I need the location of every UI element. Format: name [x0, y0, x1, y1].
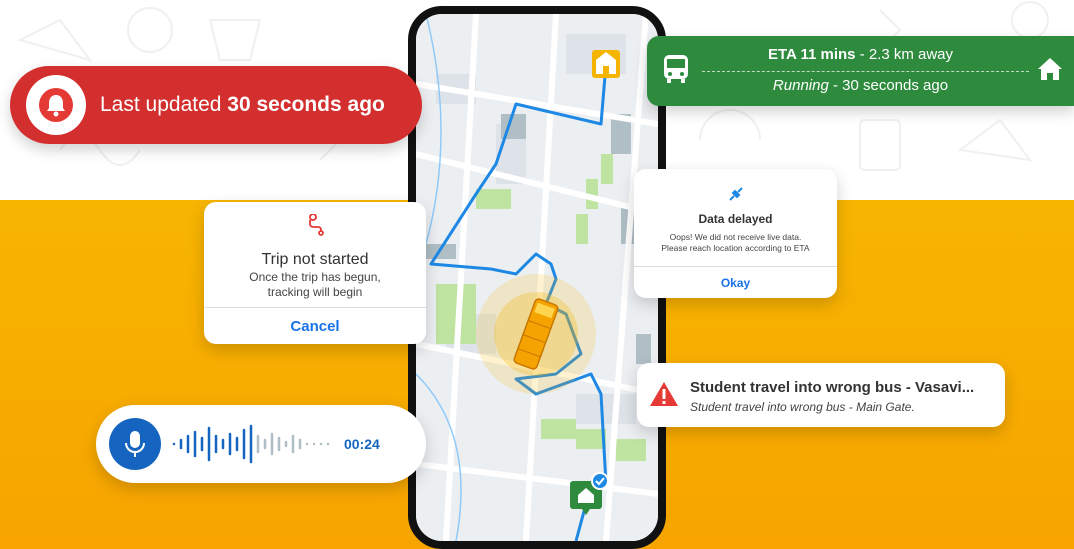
home-icon: [1038, 58, 1062, 80]
eta-divider: [702, 71, 1029, 72]
last-updated-banner: Last updated 30 seconds ago: [10, 66, 422, 144]
wrong-bus-notification[interactable]: Student travel into wrong bus - Vasavi..…: [637, 363, 1005, 427]
notification-title: Student travel into wrong bus - Vasavi..…: [690, 379, 975, 396]
eta-line: ETA 11 mins - 2.3 km away: [767, 46, 954, 63]
cancel-button[interactable]: Cancel: [204, 318, 426, 335]
phone-map-screen[interactable]: [408, 6, 666, 549]
dialog-divider: [204, 307, 426, 308]
map-view[interactable]: [416, 14, 658, 541]
dialog-message: Oops! We did not receive live data. Pleas…: [661, 232, 810, 253]
route-icon: [204, 213, 426, 241]
audio-waveform: [172, 424, 330, 464]
last-updated-text: Last updated 30 seconds ago: [100, 93, 385, 116]
dialog-message: Once the trip has begun, tracking will be…: [249, 270, 381, 299]
voice-note-player[interactable]: 00:24: [96, 405, 426, 483]
eta-status-line: Running - 30 seconds ago: [772, 77, 949, 94]
dialog-title: Trip not started: [261, 251, 369, 268]
dialog-title: Data delayed: [698, 212, 773, 226]
plug-icon: [634, 185, 837, 208]
warning-icon: [650, 382, 678, 406]
eta-banner: ETA 11 mins - 2.3 km away Running - 30 s…: [647, 36, 1074, 106]
notification-subtitle: Student travel into wrong bus - Main Gat…: [690, 400, 915, 414]
okay-button[interactable]: Okay: [634, 276, 837, 290]
school-icon: [592, 50, 620, 78]
dialog-divider: [634, 266, 837, 267]
bell-icon: [26, 75, 86, 135]
trip-not-started-dialog: Trip not started Once the trip has begun…: [204, 202, 426, 344]
data-delayed-dialog: Data delayed Oops! We did not receive li…: [634, 169, 837, 298]
microphone-icon[interactable]: [109, 418, 161, 470]
voice-duration: 00:24: [344, 436, 380, 452]
